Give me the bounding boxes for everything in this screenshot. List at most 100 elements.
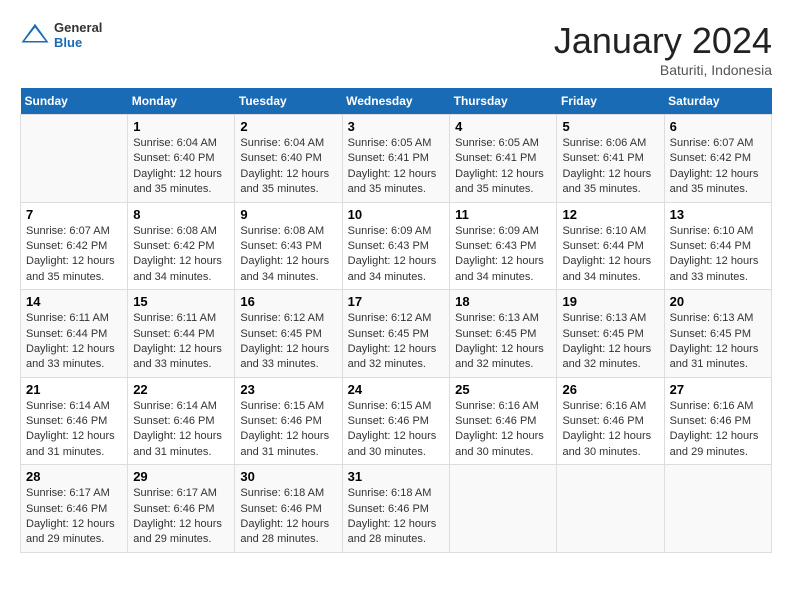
cell-info: Sunrise: 6:16 AMSunset: 6:46 PMDaylight:… bbox=[455, 399, 551, 461]
day-number: 20 bbox=[670, 294, 766, 309]
calendar-cell: 19 Sunrise: 6:13 AMSunset: 6:45 PMDayligh… bbox=[557, 290, 664, 378]
cell-info: Sunrise: 6:04 AMSunset: 6:40 PMDaylight:… bbox=[240, 136, 336, 198]
day-number: 15 bbox=[133, 294, 229, 309]
calendar-cell: 7 Sunrise: 6:07 AMSunset: 6:42 PMDaylight… bbox=[21, 202, 128, 290]
calendar-cell: 5 Sunrise: 6:06 AMSunset: 6:41 PMDaylight… bbox=[557, 115, 664, 203]
cell-info: Sunrise: 6:10 AMSunset: 6:44 PMDaylight:… bbox=[562, 224, 658, 286]
calendar-cell bbox=[450, 465, 557, 553]
calendar-week-row: 21 Sunrise: 6:14 AMSunset: 6:46 PMDayligh… bbox=[21, 377, 772, 465]
calendar-cell: 22 Sunrise: 6:14 AMSunset: 6:46 PMDayligh… bbox=[128, 377, 235, 465]
calendar-cell: 23 Sunrise: 6:15 AMSunset: 6:46 PMDayligh… bbox=[235, 377, 342, 465]
calendar-table: SundayMondayTuesdayWednesdayThursdayFrid… bbox=[20, 88, 772, 553]
calendar-week-row: 28 Sunrise: 6:17 AMSunset: 6:46 PMDayligh… bbox=[21, 465, 772, 553]
location-subtitle: Baturiti, Indonesia bbox=[554, 62, 772, 78]
day-header-monday: Monday bbox=[128, 88, 235, 115]
calendar-cell: 15Sunrise: 6:11 AMSunset: 6:44 PMDayligh… bbox=[128, 290, 235, 378]
day-header-tuesday: Tuesday bbox=[235, 88, 342, 115]
cell-info: Sunrise: 6:14 AMSunset: 6:46 PMDaylight:… bbox=[26, 399, 122, 461]
day-number: 1 bbox=[133, 119, 229, 134]
logo-blue: Blue bbox=[54, 35, 102, 50]
day-number: 2 bbox=[240, 119, 336, 134]
cell-info: Sunrise: 6:18 AMSunset: 6:46 PMDaylight:… bbox=[348, 486, 445, 548]
calendar-cell: 3Sunrise: 6:05 AMSunset: 6:41 PMDaylight… bbox=[342, 115, 450, 203]
cell-info: Sunrise: 6:14 AMSunset: 6:46 PMDaylight:… bbox=[133, 399, 229, 461]
cell-info: Sunrise: 6:13 AMSunset: 6:45 PMDaylight:… bbox=[455, 311, 551, 373]
day-header-wednesday: Wednesday bbox=[342, 88, 450, 115]
day-number: 29 bbox=[133, 469, 229, 484]
day-header-friday: Friday bbox=[557, 88, 664, 115]
cell-info: Sunrise: 6:09 AMSunset: 6:43 PMDaylight:… bbox=[455, 224, 551, 286]
cell-info: Sunrise: 6:15 AMSunset: 6:46 PMDaylight:… bbox=[240, 399, 336, 461]
page-header: General Blue January 2024 Baturiti, Indo… bbox=[20, 20, 772, 78]
day-number: 8 bbox=[133, 207, 229, 222]
cell-info: Sunrise: 6:18 AMSunset: 6:46 PMDaylight:… bbox=[240, 486, 336, 548]
day-number: 12 bbox=[562, 207, 658, 222]
cell-info: Sunrise: 6:08 AMSunset: 6:42 PMDaylight:… bbox=[133, 224, 229, 286]
day-number: 23 bbox=[240, 382, 336, 397]
day-number: 24 bbox=[348, 382, 445, 397]
day-number: 16 bbox=[240, 294, 336, 309]
day-number: 30 bbox=[240, 469, 336, 484]
day-number: 14 bbox=[26, 294, 122, 309]
day-number: 10 bbox=[348, 207, 445, 222]
calendar-cell: 16 Sunrise: 6:12 AMSunset: 6:45 PMDayligh… bbox=[235, 290, 342, 378]
calendar-cell: 20 Sunrise: 6:13 AMSunset: 6:45 PMDayligh… bbox=[664, 290, 771, 378]
cell-info: Sunrise: 6:13 AMSunset: 6:45 PMDaylight:… bbox=[562, 311, 658, 373]
logo-icon bbox=[20, 20, 50, 50]
cell-info: Sunrise: 6:06 AMSunset: 6:41 PMDaylight:… bbox=[562, 136, 658, 198]
day-number: 18 bbox=[455, 294, 551, 309]
day-number: 25 bbox=[455, 382, 551, 397]
calendar-cell: 12 Sunrise: 6:10 AMSunset: 6:44 PMDayligh… bbox=[557, 202, 664, 290]
logo: General Blue bbox=[20, 20, 102, 50]
cell-info: Sunrise: 6:11 AMSunset: 6:44 PMDaylight:… bbox=[26, 311, 122, 373]
day-number: 17 bbox=[348, 294, 445, 309]
cell-info: Sunrise: 6:16 AMSunset: 6:46 PMDaylight:… bbox=[670, 399, 766, 461]
cell-info: Sunrise: 6:15 AMSunset: 6:46 PMDaylight:… bbox=[348, 399, 445, 461]
cell-info: Sunrise: 6:12 AMSunset: 6:45 PMDaylight:… bbox=[240, 311, 336, 373]
month-title: January 2024 bbox=[554, 20, 772, 62]
calendar-week-row: 14 Sunrise: 6:11 AMSunset: 6:44 PMDayligh… bbox=[21, 290, 772, 378]
day-number: 3 bbox=[348, 119, 445, 134]
day-number: 28 bbox=[26, 469, 122, 484]
day-header-thursday: Thursday bbox=[450, 88, 557, 115]
calendar-cell: 4Sunrise: 6:05 AMSunset: 6:41 PMDaylight… bbox=[450, 115, 557, 203]
day-number: 22 bbox=[133, 382, 229, 397]
calendar-week-row: 1 Sunrise: 6:04 AMSunset: 6:40 PMDaylight… bbox=[21, 115, 772, 203]
calendar-cell: 21 Sunrise: 6:14 AMSunset: 6:46 PMDayligh… bbox=[21, 377, 128, 465]
calendar-cell: 14 Sunrise: 6:11 AMSunset: 6:44 PMDayligh… bbox=[21, 290, 128, 378]
calendar-cell: 11Sunrise: 6:09 AMSunset: 6:43 PMDayligh… bbox=[450, 202, 557, 290]
calendar-week-row: 7 Sunrise: 6:07 AMSunset: 6:42 PMDaylight… bbox=[21, 202, 772, 290]
day-number: 27 bbox=[670, 382, 766, 397]
calendar-cell: 10 Sunrise: 6:09 AMSunset: 6:43 PMDayligh… bbox=[342, 202, 450, 290]
day-number: 6 bbox=[670, 119, 766, 134]
cell-info: Sunrise: 6:09 AMSunset: 6:43 PMDaylight:… bbox=[348, 224, 445, 286]
calendar-header-row: SundayMondayTuesdayWednesdayThursdayFrid… bbox=[21, 88, 772, 115]
cell-info: Sunrise: 6:17 AMSunset: 6:46 PMDaylight:… bbox=[26, 486, 122, 548]
day-header-sunday: Sunday bbox=[21, 88, 128, 115]
day-number: 31 bbox=[348, 469, 445, 484]
cell-info: Sunrise: 6:13 AMSunset: 6:45 PMDaylight:… bbox=[670, 311, 766, 373]
calendar-cell: 18 Sunrise: 6:13 AMSunset: 6:45 PMDayligh… bbox=[450, 290, 557, 378]
day-number: 9 bbox=[240, 207, 336, 222]
cell-info: Sunrise: 6:05 AMSunset: 6:41 PMDaylight:… bbox=[455, 136, 551, 198]
day-number: 7 bbox=[26, 207, 122, 222]
cell-info: Sunrise: 6:16 AMSunset: 6:46 PMDaylight:… bbox=[562, 399, 658, 461]
calendar-cell: 2 Sunrise: 6:04 AMSunset: 6:40 PMDaylight… bbox=[235, 115, 342, 203]
logo-general: General bbox=[54, 20, 102, 35]
cell-info: Sunrise: 6:04 AMSunset: 6:40 PMDaylight:… bbox=[133, 136, 229, 198]
calendar-cell bbox=[557, 465, 664, 553]
cell-info: Sunrise: 6:12 AMSunset: 6:45 PMDaylight:… bbox=[348, 311, 445, 373]
cell-info: Sunrise: 6:07 AMSunset: 6:42 PMDaylight:… bbox=[26, 224, 122, 286]
calendar-cell: 29 Sunrise: 6:17 AMSunset: 6:46 PMDayligh… bbox=[128, 465, 235, 553]
day-number: 26 bbox=[562, 382, 658, 397]
day-number: 13 bbox=[670, 207, 766, 222]
day-number: 19 bbox=[562, 294, 658, 309]
calendar-cell bbox=[21, 115, 128, 203]
cell-info: Sunrise: 6:17 AMSunset: 6:46 PMDaylight:… bbox=[133, 486, 229, 548]
day-number: 5 bbox=[562, 119, 658, 134]
calendar-cell: 8 Sunrise: 6:08 AMSunset: 6:42 PMDaylight… bbox=[128, 202, 235, 290]
day-number: 21 bbox=[26, 382, 122, 397]
calendar-cell: 13 Sunrise: 6:10 AMSunset: 6:44 PMDayligh… bbox=[664, 202, 771, 290]
calendar-cell: 28 Sunrise: 6:17 AMSunset: 6:46 PMDayligh… bbox=[21, 465, 128, 553]
cell-info: Sunrise: 6:10 AMSunset: 6:44 PMDaylight:… bbox=[670, 224, 766, 286]
